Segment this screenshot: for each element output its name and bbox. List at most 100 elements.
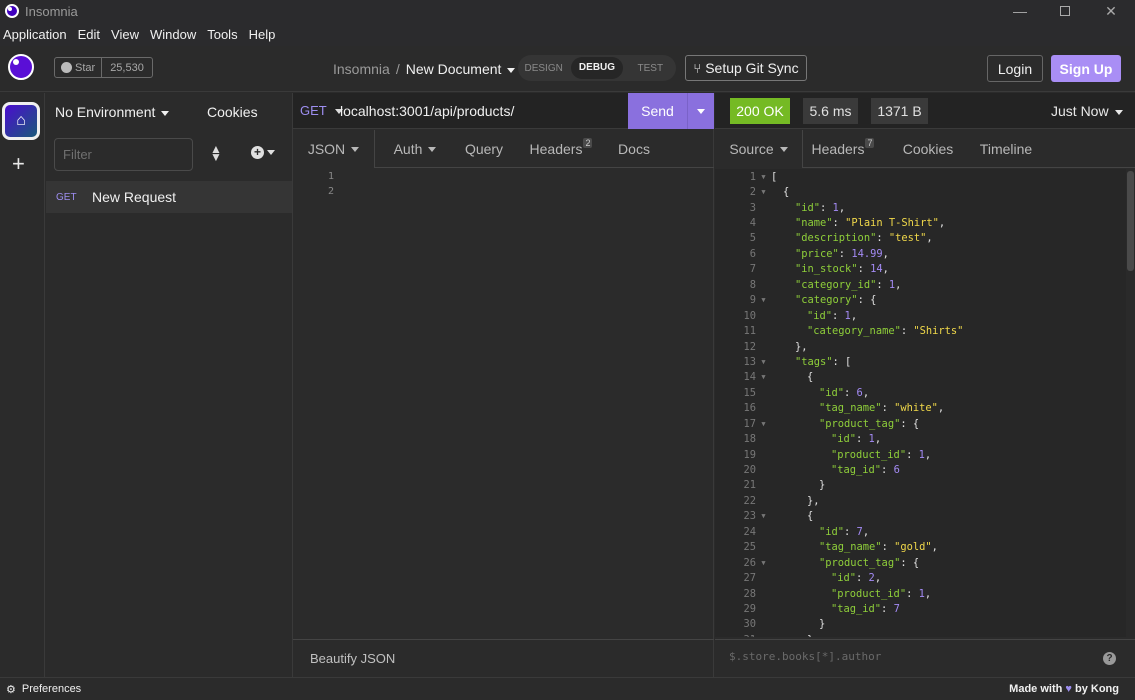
tab-auth[interactable]: Auth — [375, 130, 455, 168]
code-text: "id": 7, — [771, 526, 869, 538]
status-badge: 200 OK — [730, 98, 790, 124]
breadcrumb-root[interactable]: Insomnia — [333, 61, 390, 77]
filter-input[interactable] — [54, 138, 193, 171]
menu-window[interactable]: Window — [147, 27, 202, 42]
json-string: "Plain T-Shirt" — [845, 217, 939, 230]
code-text: "id": 1, — [771, 202, 845, 214]
github-star-count: 25,530 — [110, 61, 144, 74]
code-line: 17 ▼ "product_tag": { — [715, 416, 1127, 431]
tab-label: Docs — [618, 141, 650, 157]
jsonpath-filter-input[interactable] — [729, 650, 1089, 663]
response-time: 5.6 ms — [803, 98, 858, 124]
request-body-editor[interactable]: 1 2 — [293, 169, 714, 199]
line-number: 31 — [715, 634, 756, 637]
code-text: "product_id": 1, — [771, 588, 931, 600]
insomnia-logo[interactable] — [8, 54, 34, 80]
json-punct: , — [862, 386, 870, 399]
fold-toggle-icon[interactable]: ▼ — [756, 358, 771, 366]
gear-icon: ⚙ — [6, 683, 16, 696]
menu-tools[interactable]: Tools — [204, 27, 243, 42]
tab-headers[interactable]: Headers 2 — [513, 130, 609, 168]
code-text: "tag_name": "white", — [771, 402, 944, 414]
method-selector[interactable]: GET — [300, 103, 327, 118]
add-request-dropdown[interactable]: + — [251, 146, 275, 159]
add-workspace-button[interactable]: + — [12, 151, 25, 177]
help-icon[interactable]: ? — [1103, 652, 1116, 665]
response-tabs: Source Headers 7 Cookies Timeline — [715, 130, 1039, 168]
environment-dropdown[interactable]: No Environment — [55, 104, 170, 120]
json-punct: : { — [857, 294, 877, 307]
json-punct: : — [906, 448, 919, 461]
cookies-button[interactable]: Cookies — [207, 104, 258, 120]
tab-label: Timeline — [979, 141, 1033, 157]
code-text: [ — [771, 171, 777, 183]
vertical-scrollbar[interactable] — [1126, 169, 1135, 637]
tab-source[interactable]: Source — [715, 130, 803, 168]
line-number: 16 — [743, 402, 756, 415]
json-punct: }, — [795, 340, 808, 353]
maximize-button[interactable] — [1042, 0, 1088, 22]
request-method-badge: GET — [56, 191, 77, 203]
fold-toggle-icon[interactable]: ▼ — [756, 373, 771, 381]
mode-design[interactable]: DESIGN — [518, 63, 569, 74]
menu-help[interactable]: Help — [246, 27, 282, 42]
preferences-button[interactable]: ⚙ Preferences — [6, 683, 81, 696]
json-punct: : — [838, 247, 852, 260]
tab-body-json[interactable]: JSON — [293, 130, 375, 168]
menu-application[interactable]: Application — [0, 27, 73, 42]
document-name-dropdown[interactable]: New Document — [406, 61, 516, 77]
mode-debug[interactable]: DEBUG — [571, 57, 623, 79]
tab-docs[interactable]: Docs — [609, 130, 659, 168]
response-history-dropdown[interactable]: Just Now — [1051, 103, 1123, 119]
tab-response-cookies[interactable]: Cookies — [883, 130, 973, 168]
sort-button[interactable]: ▲ ▼ — [210, 143, 222, 163]
code-text: }, — [771, 495, 820, 507]
line-number: 17 — [743, 417, 756, 430]
setup-git-sync-button[interactable]: ⑂ Setup Git Sync — [685, 55, 807, 81]
tab-query[interactable]: Query — [455, 130, 513, 168]
send-options-button[interactable] — [687, 93, 714, 129]
url-input[interactable]: localhost:3001/api/products/ — [340, 103, 514, 119]
minimize-button[interactable]: — — [997, 0, 1043, 22]
json-string: "white" — [894, 402, 938, 415]
fold-toggle-icon[interactable]: ▼ — [756, 188, 771, 196]
code-line: 1 ▼[ — [715, 169, 1127, 184]
line-number: 6 — [749, 247, 756, 260]
fold-toggle-icon[interactable]: ▼ — [756, 512, 771, 520]
made-with-credit[interactable]: Made with ♥ by Kong — [1009, 683, 1119, 695]
fold-toggle-icon[interactable]: ▼ — [756, 296, 771, 304]
code-text: "id": 2, — [771, 572, 881, 584]
scrollbar-thumb[interactable] — [1127, 171, 1134, 271]
json-punct: : { — [900, 417, 920, 430]
code-text: "tag_id": 6 — [771, 464, 900, 476]
json-string: "gold" — [894, 541, 932, 554]
tab-timeline[interactable]: Timeline — [973, 130, 1039, 168]
fold-toggle-icon[interactable]: ▼ — [756, 420, 771, 428]
send-button[interactable]: Send — [628, 93, 687, 129]
code-text: "tag_id": 7 — [771, 603, 900, 615]
login-button[interactable]: Login — [987, 55, 1043, 82]
signup-button[interactable]: Sign Up — [1051, 55, 1121, 82]
code-text: }, — [771, 634, 820, 637]
json-key: "category_name" — [807, 325, 901, 338]
response-body-viewer[interactable]: 1 ▼[2 ▼{3 "id": 1, 4 "name": "Plain T-Shirt",… — [715, 169, 1127, 637]
json-punct: : — [906, 587, 919, 600]
history-label: Just Now — [1051, 103, 1109, 119]
beautify-json-button[interactable]: Beautify JSON — [293, 639, 714, 677]
tab-response-headers[interactable]: Headers 7 — [803, 130, 883, 168]
menu-edit[interactable]: Edit — [75, 27, 106, 42]
close-button[interactable]: ✕ — [1088, 0, 1134, 22]
json-punct: { — [807, 510, 814, 523]
code-line: 9 ▼ "category": { — [715, 293, 1127, 308]
mode-test[interactable]: TEST — [625, 63, 676, 74]
code-line: 24 "id": 7, — [715, 524, 1127, 539]
github-star-button[interactable]: Star 25,530 — [54, 57, 153, 78]
tab-label: JSON — [307, 141, 346, 157]
fold-toggle-icon[interactable]: ▼ — [756, 173, 771, 181]
fold-toggle-icon[interactable]: ▼ — [756, 559, 771, 567]
menu-view[interactable]: View — [108, 27, 145, 42]
request-list-item[interactable]: GET New Request — [46, 181, 292, 213]
line-number: 22 — [743, 494, 756, 507]
json-number: 7 — [893, 602, 900, 615]
home-button[interactable]: ⌂ — [2, 102, 40, 140]
